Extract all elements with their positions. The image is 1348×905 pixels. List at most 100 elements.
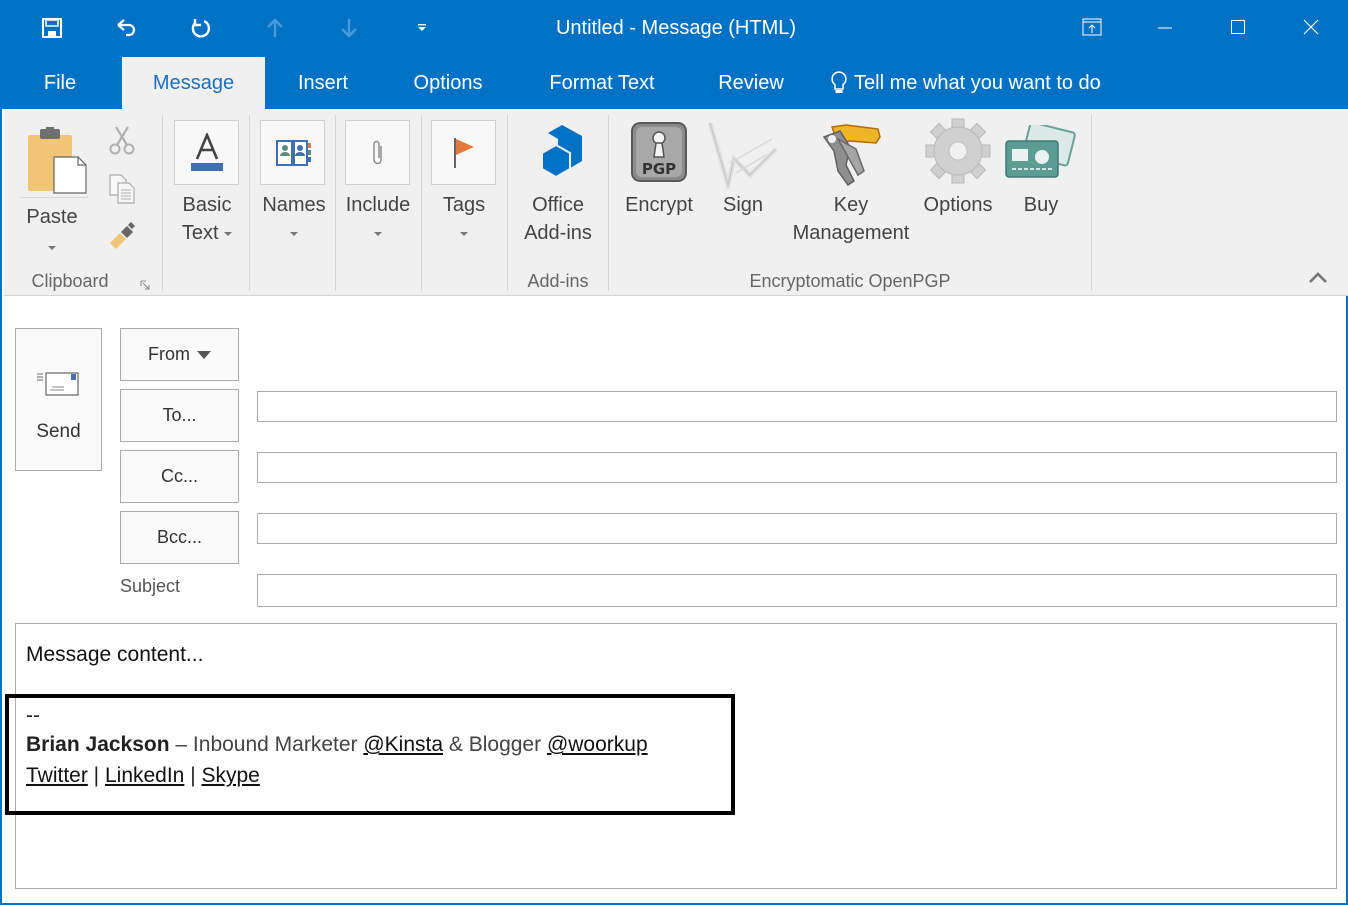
caret-down-icon (197, 350, 211, 359)
chevron-up-icon (1309, 272, 1327, 283)
separator (335, 115, 336, 291)
pgp-lock-icon: PGP (631, 122, 687, 182)
to-input[interactable] (257, 391, 1337, 422)
address-book-icon (275, 139, 311, 166)
outlook-message-window: Untitled - Message (HTML) File Message I… (0, 0, 1348, 905)
ribbon-tabs: File Message Insert Options Format Text … (2, 57, 1348, 109)
tab-message[interactable]: Message (122, 57, 265, 109)
tags-button[interactable]: Tags (428, 109, 500, 269)
skype-link[interactable]: Skype (202, 764, 260, 787)
bcc-button[interactable]: Bcc... (120, 511, 239, 564)
font-color-icon (190, 132, 223, 171)
names-button[interactable]: Names (258, 109, 330, 269)
tab-insert[interactable]: Insert (282, 57, 364, 109)
signature-icon (707, 122, 778, 189)
title-bar: Untitled - Message (HTML) (2, 0, 1348, 57)
dropdown-caret (460, 231, 468, 236)
lightbulb-icon (831, 71, 847, 93)
pipe-separator: | (87, 764, 105, 787)
office-add-ins-label: Office Add-ins (524, 194, 592, 244)
format-painter-button[interactable] (108, 221, 138, 251)
sign-button[interactable]: Sign (704, 109, 782, 259)
dropdown-caret (374, 231, 382, 236)
tab-options[interactable]: Options (398, 57, 498, 109)
pgp-options-label: Options (923, 194, 993, 216)
dropdown-caret (290, 231, 298, 236)
add-ins-group-label: Add-ins (527, 271, 589, 291)
from-label: From (148, 344, 190, 364)
signature-mid: & Blogger (443, 733, 547, 756)
send-label: Send (36, 421, 81, 442)
subject-input[interactable] (257, 574, 1337, 607)
encrypt-label: Encrypt (625, 194, 693, 216)
dropdown-caret (224, 231, 233, 236)
key-management-label: Key Management (792, 194, 910, 244)
linkedin-link[interactable]: LinkedIn (105, 764, 184, 787)
woorkup-link[interactable]: @woorkup (547, 733, 648, 756)
separator (1091, 115, 1092, 291)
minimize-icon (1158, 27, 1172, 29)
twitter-link[interactable]: Twitter (26, 764, 88, 787)
svg-text:PGP: PGP (642, 160, 676, 178)
kinsta-link[interactable]: @Kinsta (363, 733, 443, 756)
to-button[interactable]: To... (120, 389, 239, 442)
tab-file[interactable]: File (22, 57, 98, 109)
signature-title: – Inbound Marketer (169, 733, 364, 756)
tell-me-search[interactable]: Tell me what you want to do (830, 57, 1101, 109)
ribbon-display-options-button[interactable] (1077, 12, 1107, 42)
tags-label: Tags (428, 191, 500, 247)
encrypt-button[interactable]: PGP Encrypt (616, 109, 702, 259)
from-button[interactable]: From (120, 328, 239, 381)
separator (507, 115, 508, 291)
clipboard-dialog-launcher[interactable] (140, 277, 150, 295)
basic-text-button[interactable]: Basic Text (172, 109, 244, 269)
openpgp-group-label: Encryptomatic OpenPGP (749, 271, 951, 291)
maximize-button[interactable] (1223, 12, 1253, 42)
credit-card-icon (1005, 125, 1076, 178)
dialog-launcher-icon (140, 280, 150, 290)
send-button[interactable]: Send (15, 328, 102, 471)
close-icon (1303, 19, 1319, 35)
paperclip-icon (372, 140, 382, 164)
office-add-ins-button[interactable]: Office Add-ins (514, 109, 602, 259)
cc-input[interactable] (257, 452, 1337, 483)
separator (249, 115, 250, 291)
flag-icon (453, 137, 474, 168)
buy-button[interactable]: Buy (1002, 109, 1080, 259)
separator (421, 115, 422, 291)
cc-button[interactable]: Cc... (120, 450, 239, 503)
paste-button[interactable]: Paste (16, 117, 98, 267)
key-management-button[interactable]: Key Management (786, 109, 916, 259)
pipe-separator: | (184, 764, 202, 787)
sign-label: Sign (722, 194, 764, 216)
minimize-button[interactable] (1150, 12, 1180, 42)
tab-review[interactable]: Review (704, 57, 798, 109)
clipboard-group-label: Clipboard (31, 271, 109, 291)
buy-label: Buy (1023, 194, 1059, 216)
copy-icon (109, 174, 135, 204)
bcc-input[interactable] (257, 513, 1337, 544)
collapse-ribbon-button[interactable] (1308, 271, 1332, 291)
gear-icon (925, 118, 991, 184)
paste-icon (28, 127, 87, 194)
signature-name: Brian Jackson (26, 733, 170, 756)
signature-line-2: Twitter | LinkedIn | Skype (26, 764, 260, 788)
scissors-icon (109, 126, 135, 155)
signature-separator: -- (26, 704, 40, 727)
maximize-icon (1231, 20, 1245, 34)
office-add-ins-icon (541, 125, 582, 179)
window-title: Untitled - Message (HTML) (555, 17, 797, 39)
tab-format-text[interactable]: Format Text (532, 57, 672, 109)
ribbon-message: Paste Clipboard Basic Text Names Include… (4, 109, 1348, 296)
signature-line-1: Brian Jackson – Inbound Marketer @Kinsta… (26, 733, 648, 757)
copy-button[interactable] (108, 173, 138, 205)
cut-button[interactable] (108, 125, 138, 155)
close-button[interactable] (1296, 12, 1326, 42)
message-body-text: Message content... (26, 643, 204, 666)
pgp-options-button[interactable]: Options (916, 109, 1000, 259)
include-button[interactable]: Include (342, 109, 414, 269)
include-label: Include (342, 191, 414, 247)
send-envelope-icon (37, 372, 79, 396)
basic-text-label: Basic Text (181, 194, 233, 244)
keys-icon (822, 124, 881, 187)
